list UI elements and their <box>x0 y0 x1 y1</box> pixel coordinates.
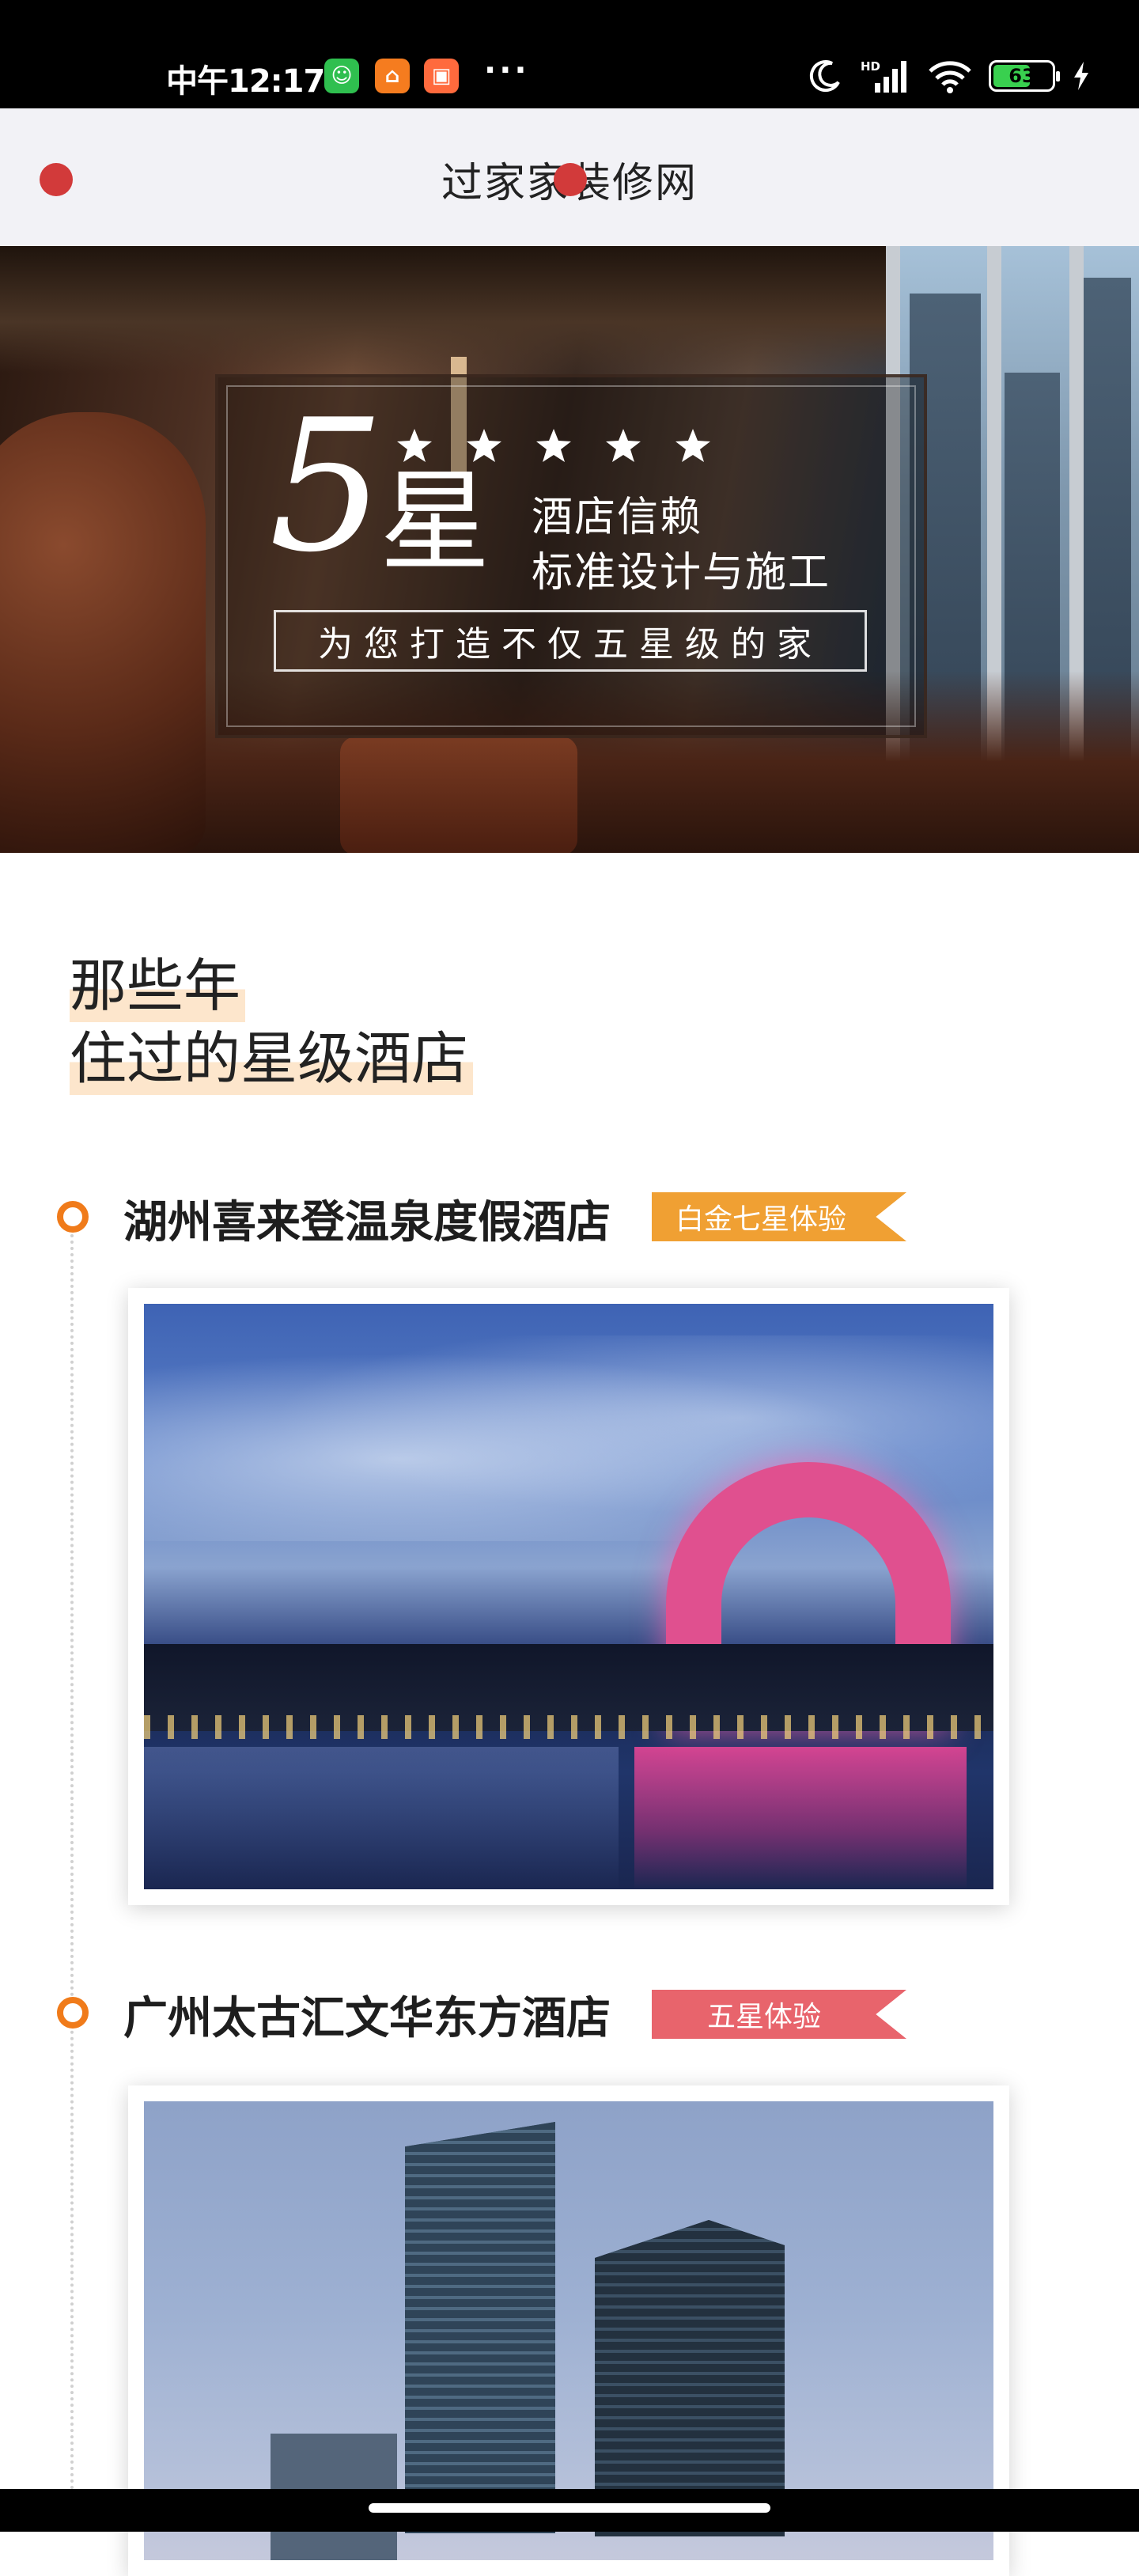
hotel-name: 广州太古汇文华东方酒店 <box>123 1993 611 2044</box>
section-heading-line-2: 住过的星级酒店 <box>70 1022 474 1095</box>
battery-level: 63 <box>1008 65 1035 87</box>
timeline-dot <box>57 1201 89 1233</box>
hero-chair <box>0 412 206 853</box>
system-nav-bar <box>0 2489 1139 2532</box>
timeline-dot <box>57 1997 89 2029</box>
battery-icon: 63 <box>989 60 1060 92</box>
hero-five-numeral: 5 <box>269 381 385 593</box>
hotel-name: 湖州喜来登温泉度假酒店 <box>123 1197 611 1248</box>
hero-slogan: 为您打造不仅五星级的家 <box>318 624 823 665</box>
shopping-app-icon: ▣ <box>424 59 459 93</box>
star-icon <box>536 429 571 462</box>
timeline-line <box>70 1234 74 2516</box>
hero-slogan-box: 为您打造不仅五星级的家 <box>274 610 867 672</box>
hotel-photo-huzhou-sheraton <box>144 1304 993 1889</box>
status-bar: 中午12:17 ☺ ⌂ ▣ ··· HD 63 <box>0 0 1139 108</box>
hero-star-rating <box>395 426 712 464</box>
star-icon <box>467 429 501 462</box>
home-app-icon: ⌂ <box>375 59 410 93</box>
photo-reflection <box>634 1747 967 1889</box>
photo-shore-lights <box>144 1715 993 1739</box>
more-notifications-icon: ··· <box>484 52 530 89</box>
network-type-label: HD <box>861 59 880 74</box>
home-gesture-handle[interactable] <box>369 2503 770 2513</box>
wechat-icon: ☺ <box>324 59 359 93</box>
hero-tagline-2: 标准设计与施工 <box>532 549 831 597</box>
section-heading: 那些年 住过的星级酒店 <box>70 949 474 1095</box>
hero-ottoman <box>340 737 577 853</box>
hotel-badge: 白金七星体验 <box>652 1192 906 1241</box>
hero-banner[interactable]: 5 星 酒店信赖 标准设计与施工 为您打造不仅五星级的家 <box>0 246 1139 853</box>
moon-icon <box>809 60 840 93</box>
hotel-photo-frame[interactable] <box>128 1288 1009 1905</box>
photo-tower <box>405 2122 555 2533</box>
status-time: 中午12:17 <box>166 63 325 100</box>
star-icon <box>675 429 710 462</box>
wifi-icon <box>929 61 971 93</box>
section-heading-line-1: 那些年 <box>70 949 246 1022</box>
star-icon <box>397 429 432 462</box>
page-header: 过家家装修网 <box>0 108 1139 246</box>
signal-icon: HD <box>861 59 906 93</box>
hotel-badge: 五星体验 <box>652 1990 906 2039</box>
photo-water-glow <box>144 1747 619 1889</box>
overlay-dot-icon <box>554 163 587 196</box>
star-icon <box>606 429 641 462</box>
charging-bolt-icon <box>1074 62 1088 90</box>
status-indicators: HD 63 <box>808 54 1092 98</box>
hero-star-char: 星 <box>380 458 491 587</box>
hero-tagline-1: 酒店信赖 <box>532 494 703 541</box>
